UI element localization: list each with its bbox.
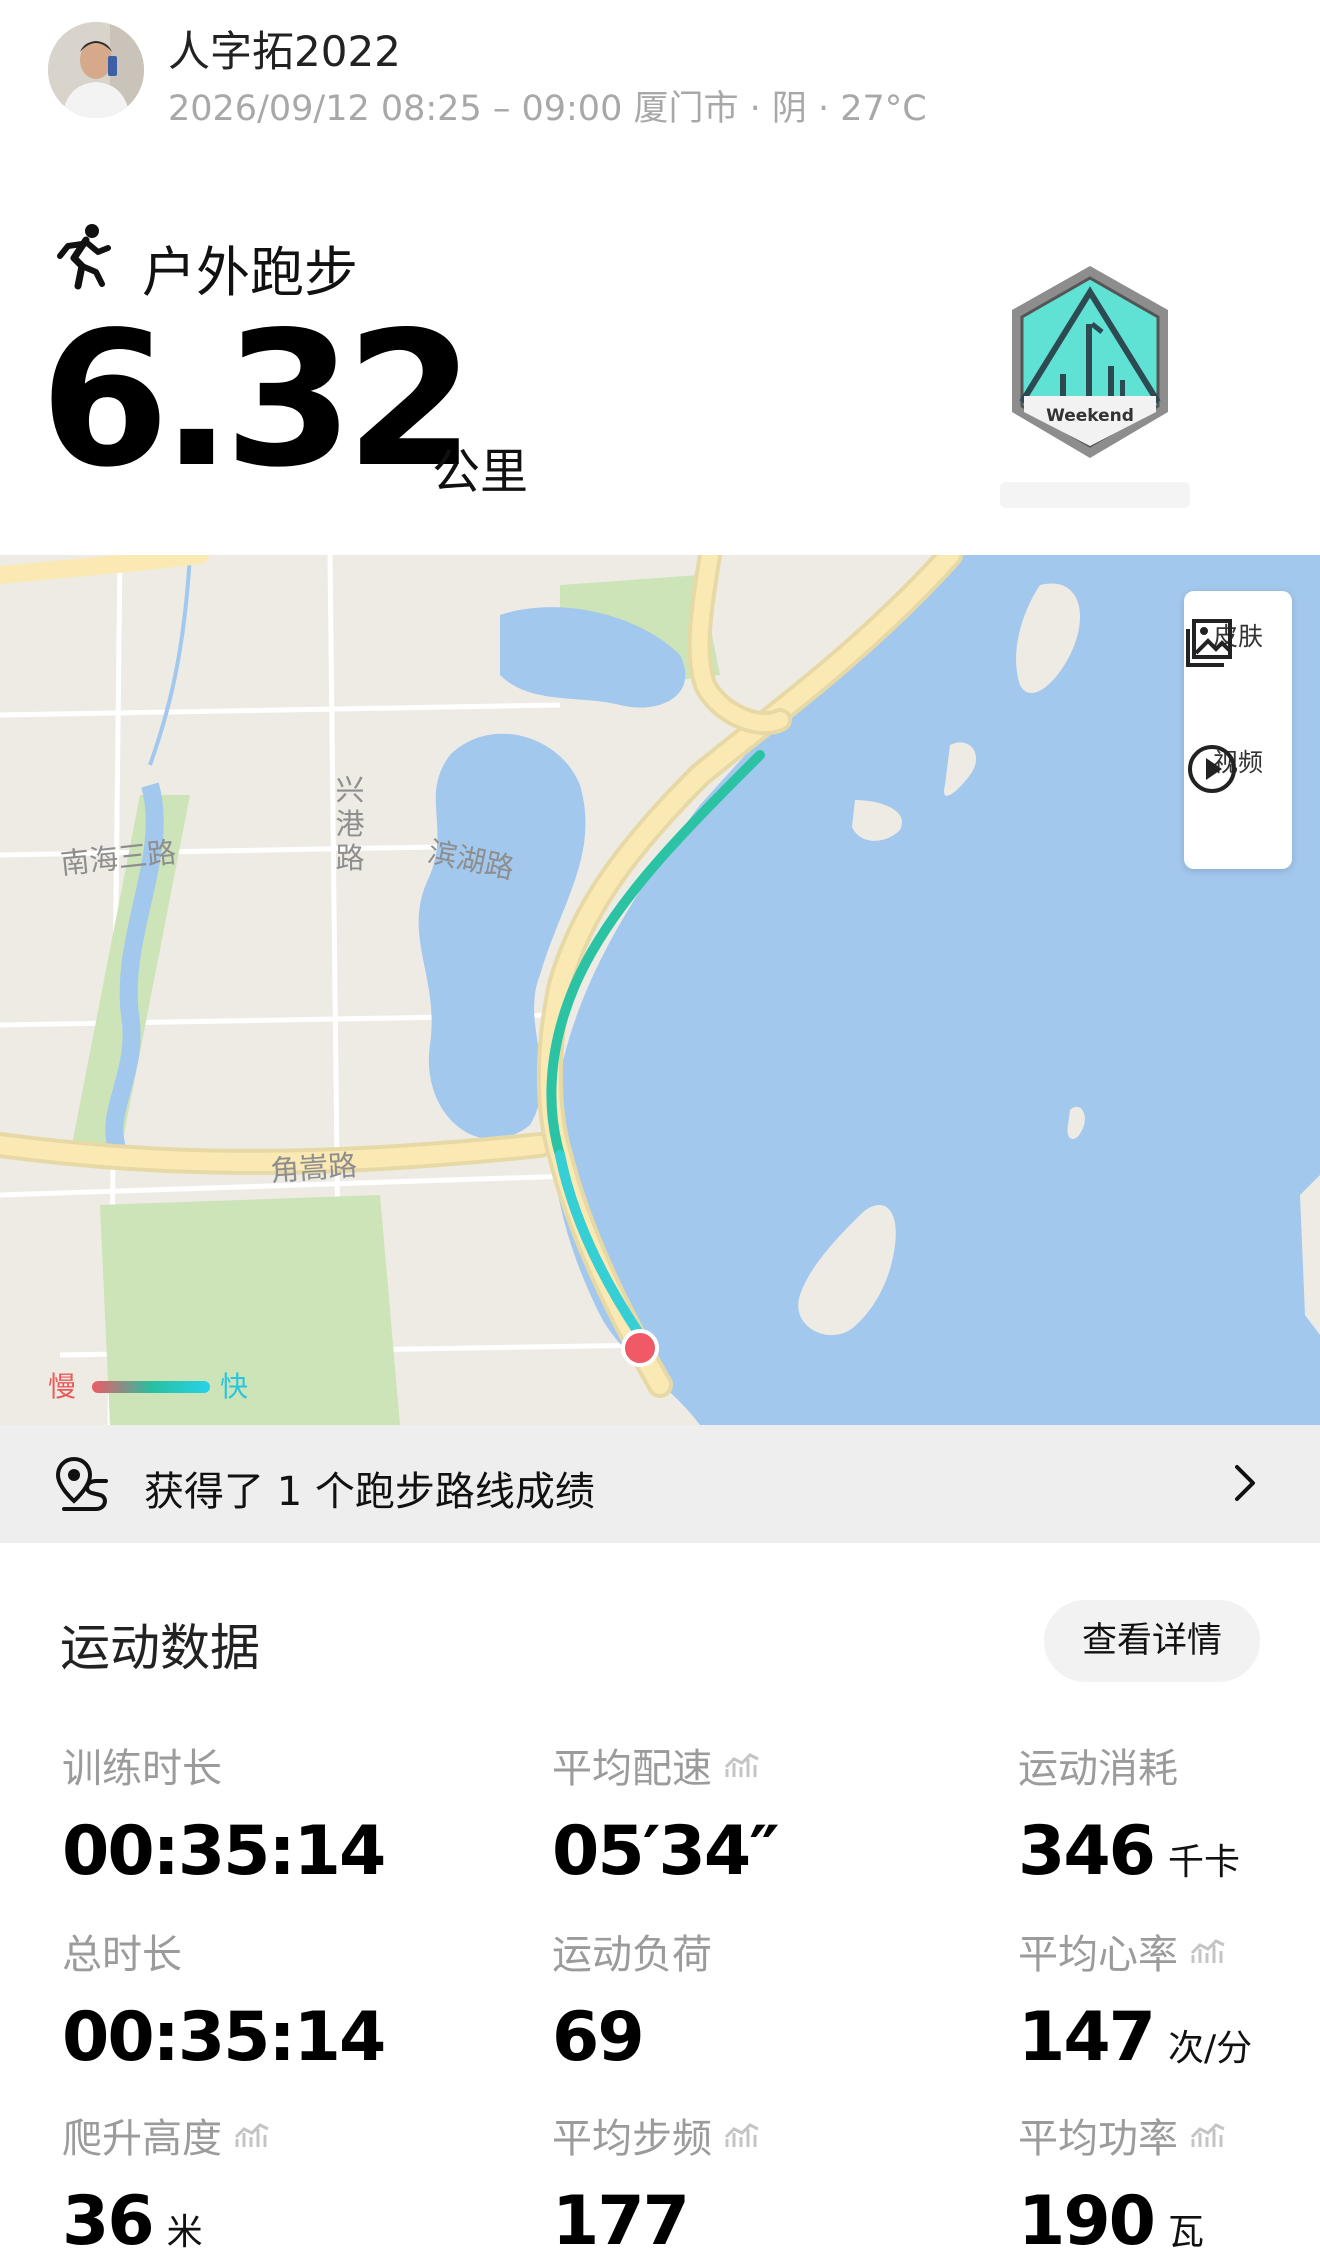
skin-button[interactable]: 皮肤 — [1184, 615, 1292, 667]
stat-label: 平均功率 — [1018, 2116, 1178, 2162]
legend-slow-label: 慢 — [48, 1370, 77, 1403]
route-start-marker — [621, 1329, 659, 1367]
trend-chart-icon — [1190, 2123, 1225, 2147]
badge-caption-placeholder — [1000, 482, 1190, 508]
stat-unit: 瓦 — [1167, 2212, 1204, 2253]
stat-unit: 千卡 — [1167, 1842, 1240, 1883]
trend-chart-icon — [234, 2123, 269, 2147]
route-map[interactable]: 南海三路 兴港路 滨湖路 角嵩路 皮肤 视频 慢 快 — [0, 555, 1320, 1425]
play-icon — [1188, 745, 1236, 793]
stat-label: 平均配速 — [552, 1746, 712, 1792]
stat-item[interactable]: 平均心率 147 次/分 — [1018, 1922, 1252, 2077]
stat-item[interactable]: 爬升高度 36 米 — [62, 2106, 272, 2261]
video-button[interactable]: 视频 — [1184, 741, 1292, 793]
image-icon — [1186, 619, 1232, 667]
section-title: 运动数据 — [60, 1619, 260, 1677]
legend-fast-label: 快 — [220, 1370, 249, 1403]
weekend-badge-icon[interactable]: Weekend — [1000, 262, 1180, 462]
stat-item: 运动消耗 346 千卡 — [1018, 1736, 1240, 1891]
road-label-xinggang: 兴港路 — [335, 773, 365, 875]
route-pin-icon — [56, 1456, 108, 1511]
view-details-button[interactable]: 查看详情 — [1044, 1600, 1260, 1682]
achievement-text: 获得了 1 个跑步路线成绩 — [144, 1469, 595, 1515]
stat-item: 运动负荷 69 — [552, 1922, 712, 2077]
avatar[interactable] — [48, 22, 144, 118]
route-achievement-row[interactable]: 获得了 1 个跑步路线成绩 — [0, 1425, 1320, 1543]
stat-value: 69 — [552, 1998, 645, 2077]
stat-item: 训练时长 00:35:14 — [62, 1736, 386, 1891]
stat-item[interactable]: 平均配速 05′34″ — [552, 1736, 780, 1891]
stat-value: 00:35:14 — [62, 1812, 386, 1891]
trend-chart-icon — [1190, 1939, 1225, 1963]
stat-value: 05′34″ — [552, 1812, 780, 1891]
stat-item: 总时长 00:35:14 — [62, 1922, 386, 2077]
stat-label: 训练时长 — [62, 1746, 222, 1792]
stat-label: 运动负荷 — [552, 1932, 712, 1978]
stat-label: 平均步频 — [552, 2116, 712, 2162]
pace-gradient-bar — [92, 1381, 210, 1393]
stat-value: 00:35:14 — [62, 1998, 386, 2077]
stat-value: 190 — [1018, 2182, 1156, 2261]
stat-value: 36 — [62, 2182, 155, 2261]
distance-value: 6.32 — [40, 291, 475, 508]
trend-chart-icon — [724, 2123, 759, 2147]
stat-unit: 次/分 — [1167, 2028, 1253, 2069]
stat-item[interactable]: 平均步频 177 — [552, 2106, 762, 2261]
activity-time-location-weather: 2026/09/12 08:25 – 09:00 厦门市 · 阴 · 27°C — [168, 89, 927, 129]
distance-unit: 公里 — [432, 444, 529, 500]
stat-value: 177 — [552, 2182, 690, 2261]
map-tools-panel: 皮肤 视频 — [1184, 591, 1292, 869]
stat-label: 平均心率 — [1018, 1932, 1178, 1978]
trend-chart-icon — [724, 1753, 759, 1777]
stat-value: 346 — [1018, 1812, 1156, 1891]
stat-item[interactable]: 平均功率 190 瓦 — [1018, 2106, 1228, 2261]
running-person-icon — [52, 222, 116, 292]
chevron-right-icon — [1235, 1465, 1255, 1501]
stat-label: 总时长 — [62, 1932, 182, 1978]
username: 人字拓2022 — [168, 27, 401, 76]
stat-label: 爬升高度 — [62, 2116, 222, 2162]
badge-label: Weekend — [1046, 406, 1134, 426]
stat-value: 147 — [1018, 1998, 1156, 2077]
road-label-jiaosong: 角嵩路 — [269, 1148, 359, 1188]
stat-unit: 米 — [166, 2212, 203, 2253]
stat-label: 运动消耗 — [1018, 1746, 1178, 1792]
